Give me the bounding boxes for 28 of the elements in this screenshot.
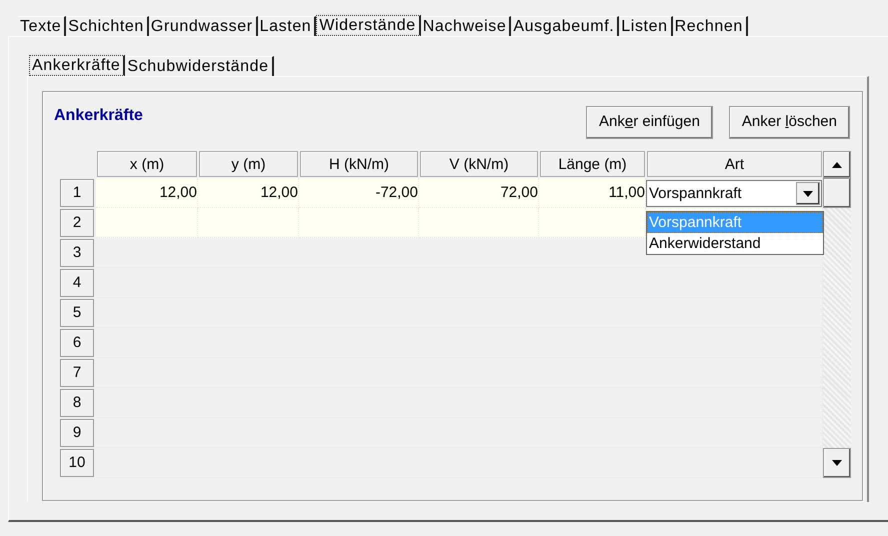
row-number: 2: [60, 209, 94, 237]
tab[interactable]: Ankerkräfte: [29, 55, 126, 76]
dropdown-option[interactable]: Ankerwiderstand: [647, 233, 823, 254]
column-header: y (m): [199, 151, 298, 177]
column-header: Länge (m): [540, 151, 645, 177]
row-number: 6: [60, 329, 94, 357]
table-cell: 72,00: [419, 178, 539, 208]
column-header: V (kN/m): [420, 151, 538, 177]
row-number: 5: [60, 299, 94, 327]
row-number: 10: [60, 449, 94, 477]
table-cell: 11,00: [539, 178, 646, 208]
column-header: H (kN/m): [300, 151, 418, 177]
column-header: x (m): [97, 151, 197, 177]
row-number: 7: [60, 359, 94, 387]
row-number: 3: [60, 239, 94, 267]
row-number: 4: [60, 269, 94, 297]
row-number: 9: [60, 419, 94, 447]
tab[interactable]: Schubwiderstände: [125, 56, 274, 76]
anchor-button[interactable]: Anker löschen: [728, 106, 850, 139]
table-cell: 12,00: [96, 178, 198, 208]
type-dropdown[interactable]: Vorspannkraft: [646, 180, 822, 207]
anchor-button[interactable]: Anker einfügen: [586, 106, 713, 139]
column-header: Art: [647, 151, 822, 177]
row-number: 1: [60, 179, 94, 207]
row-number: 8: [60, 389, 94, 417]
group-title: Ankerkräfte: [54, 106, 143, 126]
table-cell: -72,00: [299, 178, 419, 208]
table-cell: 12,00: [198, 178, 299, 208]
